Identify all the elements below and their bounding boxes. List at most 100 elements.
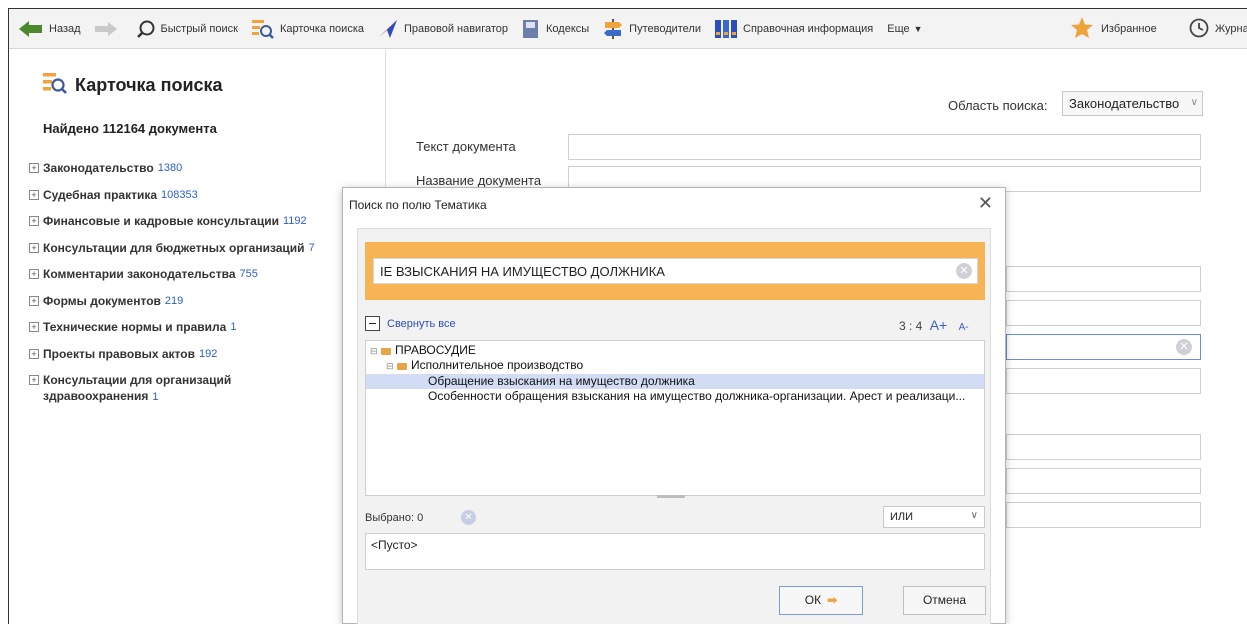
main-toolbar: Назад Быстрый поиск Карточка поиска Прав… bbox=[9, 9, 1247, 49]
quick-search-button[interactable]: Быстрый поиск bbox=[136, 20, 238, 38]
zoom-in-button[interactable]: A+ bbox=[930, 317, 948, 333]
search-card-button[interactable]: Карточка поиска bbox=[251, 19, 364, 39]
magnifier-icon bbox=[136, 20, 155, 38]
collapse-icon bbox=[365, 316, 380, 331]
search-card-icon bbox=[43, 72, 67, 99]
folder-icon bbox=[397, 363, 407, 370]
category-item[interactable]: + Консультации для бюджетных организаций 7 bbox=[29, 240, 379, 267]
category-item[interactable]: + Проекты правовых актов 192 bbox=[29, 346, 379, 373]
caret-down-icon: ▼ bbox=[913, 23, 923, 34]
collapse-node-icon[interactable]: ⊟ bbox=[386, 359, 396, 373]
clear-icon[interactable]: ✕ bbox=[956, 263, 972, 279]
legal-navigator-label: Правовой навигатор bbox=[404, 22, 508, 35]
ok-button[interactable]: ОК ➡ bbox=[779, 586, 863, 615]
form-field-input[interactable] bbox=[1006, 368, 1201, 394]
codes-book-icon bbox=[522, 19, 540, 39]
clock-history-icon bbox=[1189, 18, 1209, 41]
topic-field-input[interactable]: ✕ bbox=[1006, 334, 1201, 360]
resize-handle[interactable] bbox=[657, 495, 685, 498]
reference-button[interactable]: Справочная информация bbox=[715, 19, 873, 39]
expand-icon[interactable]: + bbox=[29, 375, 39, 385]
page-title: Карточка поиска bbox=[43, 72, 223, 99]
selected-items-box: <Пусто> bbox=[365, 533, 985, 570]
form-field-input[interactable] bbox=[1006, 468, 1201, 494]
favorites-label: Избранное bbox=[1101, 23, 1157, 35]
dialog-title: Поиск по полю Тематика bbox=[349, 198, 487, 212]
topic-tree: ⊟ ПРАВОСУДИЕ ⊟ Исполнительное производство… bbox=[365, 340, 985, 496]
tree-node[interactable]: ⊟ ПРАВОСУДИЕ bbox=[366, 343, 984, 358]
topic-search-dialog: Поиск по полю Тематика ✕ IE ВЗЫСКАНИЯ НА… bbox=[342, 187, 1006, 624]
collapse-node-icon[interactable]: ⊟ bbox=[370, 344, 380, 358]
journal-label: Журна bbox=[1215, 23, 1247, 35]
expand-icon[interactable]: + bbox=[29, 216, 39, 226]
form-field-input[interactable] bbox=[1006, 300, 1201, 326]
guides-label: Путеводители bbox=[629, 22, 701, 35]
back-label: Назад bbox=[49, 22, 81, 35]
found-count: Найдено 112164 документа bbox=[43, 121, 217, 136]
zoom-ratio: 3 : 4 bbox=[899, 319, 923, 333]
document-name-label: Название документа bbox=[416, 173, 542, 188]
back-arrow-icon bbox=[19, 20, 43, 37]
zoom-out-button[interactable]: A- bbox=[959, 322, 969, 333]
journal-button[interactable]: Журна bbox=[1189, 9, 1247, 49]
chevron-down-icon: ∨ bbox=[970, 510, 978, 521]
search-area-select[interactable]: Законодательство ∨ bbox=[1062, 91, 1203, 116]
category-item[interactable]: + Консультации для организаций здравоохра… bbox=[29, 372, 279, 405]
selected-count: Выбрано: 0 bbox=[365, 512, 424, 524]
quick-search-label: Быстрый поиск bbox=[160, 22, 238, 35]
form-field-input[interactable] bbox=[1006, 434, 1201, 460]
search-card-icon bbox=[251, 19, 274, 39]
collapse-all-button[interactable]: Свернуть все bbox=[365, 316, 456, 331]
arrow-right-icon: ➡ bbox=[827, 593, 838, 607]
topic-search-input[interactable]: IE ВЗЫСКАНИЯ НА ИМУЩЕСТВО ДОЛЖНИКА ✕ bbox=[373, 258, 978, 284]
form-field-input[interactable] bbox=[1006, 266, 1201, 292]
expand-icon[interactable]: + bbox=[29, 163, 39, 173]
close-icon[interactable]: ✕ bbox=[978, 193, 993, 214]
tree-node[interactable]: ⊟ Исполнительное производство bbox=[366, 358, 984, 373]
category-item[interactable]: + Формы документов 219 bbox=[29, 293, 379, 320]
expand-icon[interactable]: + bbox=[29, 295, 39, 306]
expand-icon[interactable]: + bbox=[29, 348, 39, 359]
expand-icon[interactable]: + bbox=[29, 269, 39, 279]
search-card-label: Карточка поиска bbox=[279, 22, 364, 35]
category-item[interactable]: + Технические нормы и правила 1 bbox=[29, 319, 379, 346]
navigator-icon bbox=[378, 19, 398, 39]
legal-navigator-button[interactable]: Правовой навигатор bbox=[378, 19, 508, 39]
category-list: + Законодательство 1380 + Судебная практика… bbox=[29, 160, 379, 405]
category-item[interactable]: + Финансовые и кадровые консультации 1192 bbox=[29, 213, 379, 240]
forward-button[interactable] bbox=[94, 21, 123, 36]
reference-label: Справочная информация bbox=[743, 22, 874, 35]
expand-icon[interactable]: + bbox=[29, 322, 39, 332]
chevron-down-icon: ∨ bbox=[1190, 97, 1198, 108]
clear-selection-icon[interactable]: ✕ bbox=[461, 510, 476, 525]
codes-label: Кодексы bbox=[546, 22, 590, 35]
document-text-label: Текст документа bbox=[416, 139, 516, 154]
expand-icon[interactable]: + bbox=[29, 242, 39, 253]
guides-button[interactable]: Путеводители bbox=[603, 18, 701, 39]
form-field-input[interactable] bbox=[1006, 502, 1201, 528]
category-item[interactable]: + Комментарии законодательства 755 bbox=[29, 266, 379, 293]
more-menu-button[interactable]: Еще ▼ bbox=[887, 23, 922, 35]
search-results-pane: Карточка поиска Найдено 112164 документа… bbox=[9, 50, 384, 624]
star-icon bbox=[1071, 17, 1093, 41]
expand-icon[interactable]: + bbox=[29, 189, 39, 200]
logic-operator-select[interactable]: ИЛИ ∨ bbox=[883, 506, 985, 528]
forward-arrow-icon bbox=[94, 21, 117, 36]
back-button[interactable]: Назад bbox=[19, 20, 81, 37]
more-label: Еще bbox=[887, 22, 910, 35]
favorites-button[interactable]: Избранное bbox=[1071, 9, 1157, 49]
tree-leaf[interactable]: Особенности обращения взыскания на имуще… bbox=[366, 389, 984, 404]
clear-icon[interactable]: ✕ bbox=[1176, 339, 1192, 355]
category-item[interactable]: + Законодательство 1380 bbox=[29, 160, 379, 187]
page-title-text: Карточка поиска bbox=[75, 75, 223, 95]
zoom-controls: 3 : 4 A+ A- bbox=[899, 317, 969, 333]
document-text-input[interactable] bbox=[568, 134, 1201, 160]
books-icon bbox=[715, 19, 737, 39]
cancel-button[interactable]: Отмена bbox=[903, 586, 986, 615]
codes-button[interactable]: Кодексы bbox=[522, 19, 589, 39]
tree-leaf-selected[interactable]: Обращение взыскания на имущество должник… bbox=[366, 374, 984, 389]
folder-icon bbox=[381, 348, 391, 355]
category-item[interactable]: + Судебная практика 108353 bbox=[29, 187, 379, 214]
signpost-icon bbox=[603, 18, 623, 39]
search-area-label: Область поиска: bbox=[948, 98, 1048, 113]
